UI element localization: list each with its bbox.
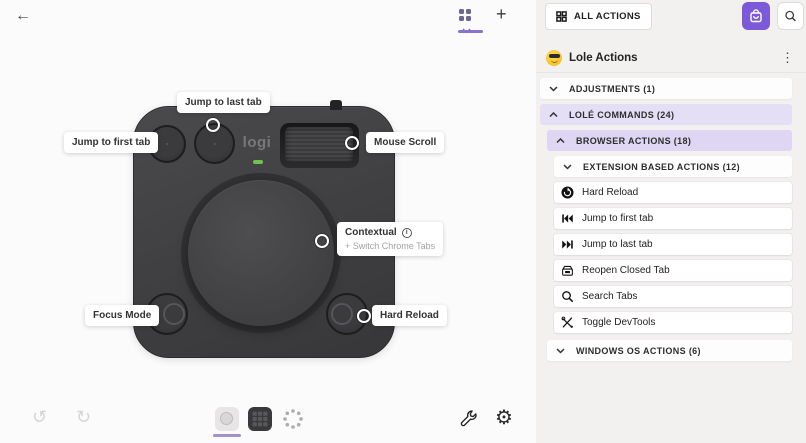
section-browser-actions[interactable]: BROWSER ACTIONS (18) xyxy=(547,130,792,151)
hotspot-hard-reload[interactable] xyxy=(357,309,371,323)
hotspot-mouse-scroll[interactable] xyxy=(345,136,359,150)
device-view-ring-toggle[interactable] xyxy=(281,407,305,431)
action-item-jump-to-last-tab[interactable]: Jump to last tab xyxy=(554,234,792,255)
wrench-icon[interactable] xyxy=(458,409,478,429)
settings-gear-icon[interactable]: ⚙ xyxy=(489,404,519,431)
callout-mouse-scroll[interactable]: Mouse Scroll xyxy=(366,132,445,153)
device-view-dialpad-toggle[interactable] xyxy=(215,407,239,431)
devtools-icon xyxy=(561,316,573,328)
device-canvas: ← + logi Jump to last tab Jump to first … xyxy=(0,0,536,443)
add-device-tab-button[interactable]: + xyxy=(490,3,513,26)
main-dial[interactable] xyxy=(188,180,334,326)
hard-reload-icon xyxy=(561,186,574,199)
section-label: ADJUSTMENTS (1) xyxy=(569,83,656,94)
dialpad-icon xyxy=(220,412,233,425)
section-windows-os-actions[interactable]: WINDOWS OS ACTIONS (6) xyxy=(547,340,792,361)
active-tab-underline xyxy=(458,30,483,33)
undo-icon[interactable]: ↺ xyxy=(26,406,53,429)
action-item-toggle-devtools[interactable]: Toggle DevTools xyxy=(554,312,792,333)
chevron-down-icon xyxy=(563,163,572,170)
device-tab-grid-icon[interactable] xyxy=(459,9,471,21)
redo-icon[interactable]: ↻ xyxy=(70,406,97,429)
action-item-hard-reload[interactable]: Hard Reload xyxy=(554,182,792,203)
section-label: EXTENSION BASED ACTIONS (12) xyxy=(583,161,740,172)
shopping-bag-icon xyxy=(750,9,762,23)
callout-contextual-sublabel: + Switch Chrome Tabs xyxy=(345,241,436,251)
actions-panel: ALL ACTIONS Lole Actions ⋮ ADJUSTMENTS (… xyxy=(536,0,806,443)
grid-icon xyxy=(556,11,567,22)
chevron-up-icon xyxy=(556,137,565,143)
action-item-label: Jump to first tab xyxy=(582,213,654,224)
jump-last-icon xyxy=(562,240,573,249)
cool-face-emoji-icon xyxy=(546,50,562,66)
chevron-down-icon xyxy=(549,85,558,92)
device-view-keypad-toggle[interactable] xyxy=(248,407,272,431)
callout-contextual-label: Contextual xyxy=(345,227,397,238)
action-item-label: Jump to last tab xyxy=(582,239,653,250)
search-icon xyxy=(562,291,574,303)
section-label: BROWSER ACTIONS (18) xyxy=(576,135,692,146)
action-item-label: Hard Reload xyxy=(582,187,639,198)
section-label: WINDOWS OS ACTIONS (6) xyxy=(576,345,701,356)
section-lole-commands[interactable]: LOLÉ COMMANDS (24) xyxy=(540,104,792,125)
back-button[interactable]: ← xyxy=(9,5,37,27)
action-item-reopen-closed-tab[interactable]: Reopen Closed Tab xyxy=(554,260,792,281)
all-actions-label: ALL ACTIONS xyxy=(574,11,641,22)
logi-logo: logi xyxy=(242,134,272,151)
action-item-label: Toggle DevTools xyxy=(582,317,656,328)
keypad-icon xyxy=(252,411,268,427)
chevron-down-icon xyxy=(556,347,565,354)
hotspot-contextual[interactable] xyxy=(315,234,329,248)
action-item-label: Search Tabs xyxy=(582,291,638,302)
callout-focus-mode[interactable]: Focus Mode xyxy=(85,305,160,326)
hotspot-jump-to-last-tab[interactable] xyxy=(206,118,220,132)
search-icon xyxy=(785,10,796,22)
search-button[interactable] xyxy=(777,2,804,30)
dot-ring-icon xyxy=(283,409,303,429)
action-item-jump-to-first-tab[interactable]: Jump to first tab xyxy=(554,208,792,229)
info-icon[interactable]: i xyxy=(401,227,412,238)
callout-jump-to-first-tab[interactable]: Jump to first tab xyxy=(64,132,159,153)
section-extension-based-actions[interactable]: EXTENSION BASED ACTIONS (12) xyxy=(554,156,792,177)
chevron-up-icon xyxy=(549,111,558,117)
callout-jump-to-last-tab[interactable]: Jump to last tab xyxy=(177,92,270,113)
all-actions-button[interactable]: ALL ACTIONS xyxy=(545,3,652,30)
kebab-menu-icon[interactable]: ⋮ xyxy=(779,50,796,66)
jump-first-icon xyxy=(562,214,573,223)
section-label: LOLÉ COMMANDS (24) xyxy=(569,109,675,120)
selected-device-underline xyxy=(213,434,241,437)
action-item-search-tabs[interactable]: Search Tabs xyxy=(554,286,792,307)
marketplace-button[interactable] xyxy=(742,2,770,30)
profile-header: Lole Actions ⋮ xyxy=(536,44,806,73)
callout-hard-reload[interactable]: Hard Reload xyxy=(372,305,447,326)
status-led xyxy=(253,160,263,164)
action-item-label: Reopen Closed Tab xyxy=(582,265,670,276)
app-window: ← + logi Jump to last tab Jump to first … xyxy=(0,0,806,443)
profile-title: Lole Actions xyxy=(569,52,638,64)
section-adjustments[interactable]: ADJUSTMENTS (1) xyxy=(540,78,792,99)
callout-contextual[interactable]: Contextual i + Switch Chrome Tabs xyxy=(337,222,444,256)
scroll-roller[interactable] xyxy=(285,127,353,162)
device-power-nub xyxy=(330,100,342,110)
actions-tree: ADJUSTMENTS (1) LOLÉ COMMANDS (24) BROWS… xyxy=(536,78,806,366)
reopen-closed-tab-icon xyxy=(562,265,573,276)
